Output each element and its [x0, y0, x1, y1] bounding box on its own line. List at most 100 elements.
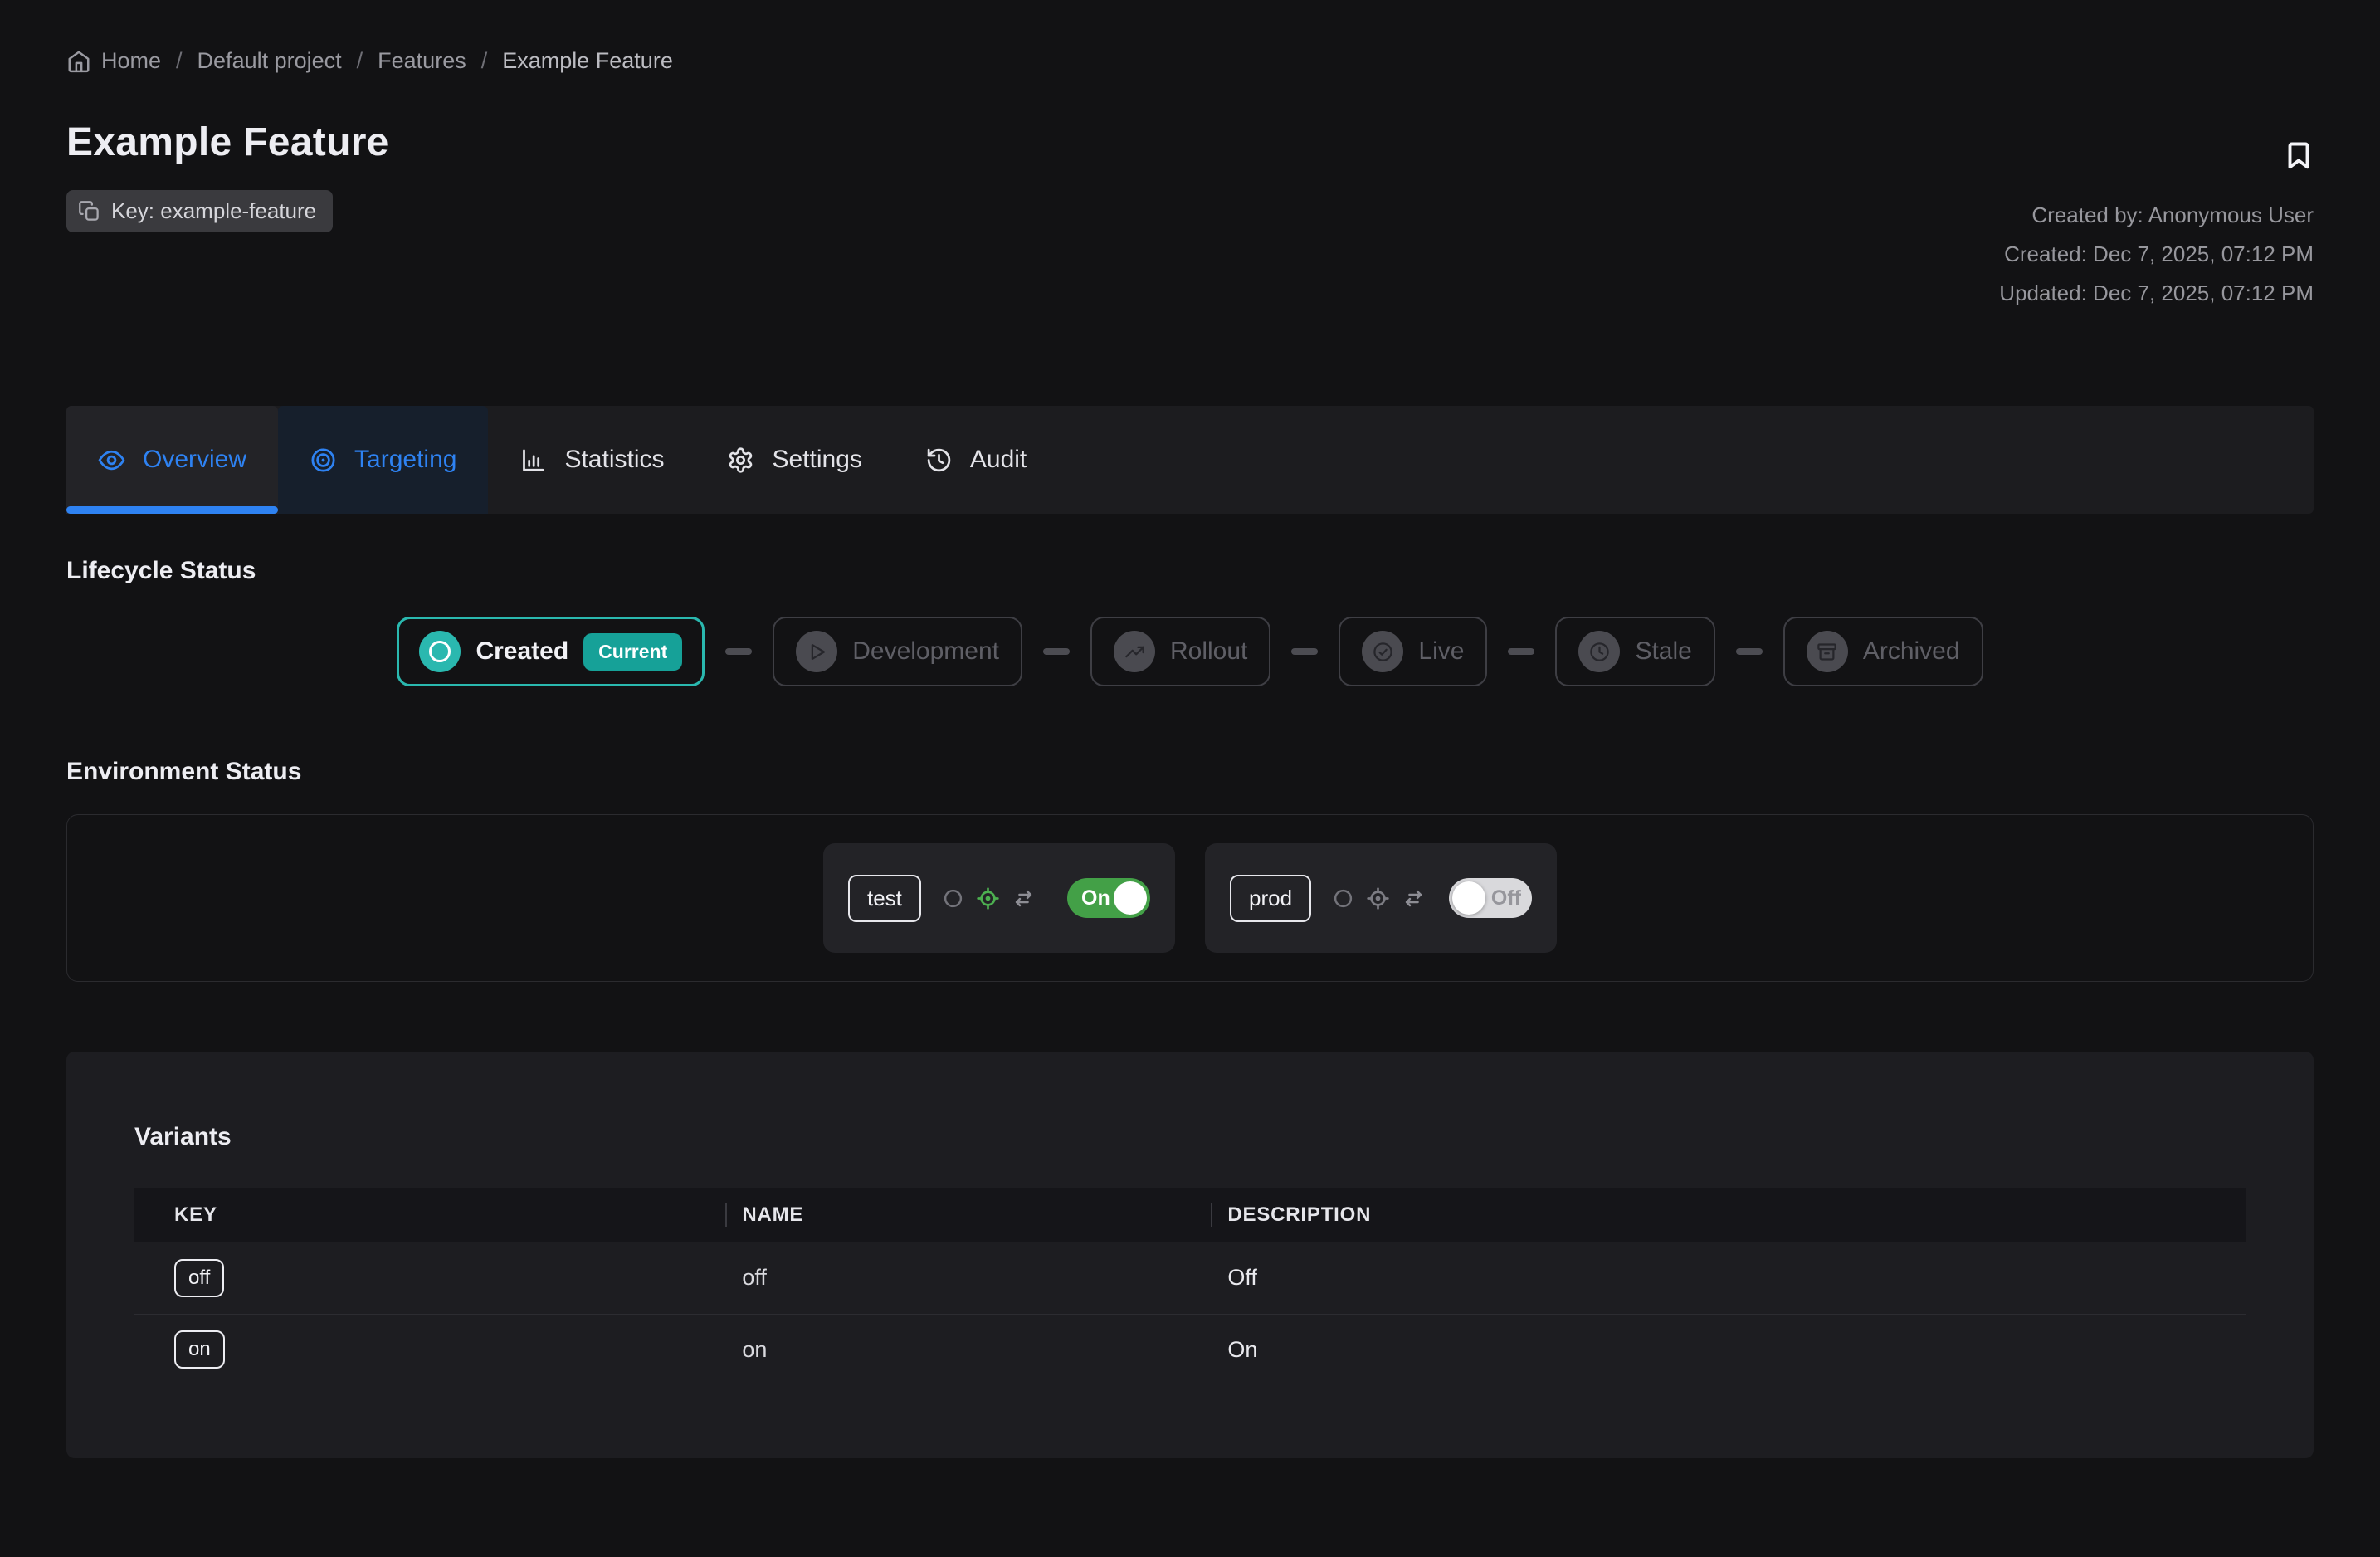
table-row: on on On	[134, 1314, 2246, 1385]
stage-dot	[1114, 631, 1155, 672]
stage-rollout: Rollout	[1090, 617, 1270, 686]
breadcrumb: Home / Default project / Features / Exam…	[66, 48, 2314, 74]
variant-name: on	[725, 1314, 1211, 1385]
toggle-knob	[1114, 881, 1147, 915]
environment-name: test	[848, 875, 921, 922]
check-circle-icon	[1372, 641, 1394, 663]
feature-header-right: Created by: Anonymous User Created: Dec …	[1999, 119, 2314, 313]
environment-card-prod: prod Off	[1205, 843, 1557, 953]
stage-label: Created	[476, 637, 568, 666]
tab-label: Overview	[143, 446, 246, 474]
column-header-name: NAME	[725, 1188, 1211, 1242]
stage-archived: Archived	[1783, 617, 1983, 686]
breadcrumb-label: Example Feature	[502, 48, 673, 74]
breadcrumb-label: Home	[101, 48, 161, 74]
variant-key-chip: on	[174, 1330, 225, 1369]
eye-icon	[98, 447, 125, 474]
gear-icon	[727, 447, 754, 474]
environment-panel: test On prod Off	[66, 814, 2314, 982]
feature-key-label: Key: example-feature	[111, 198, 316, 224]
toggle-label: Off	[1491, 878, 1521, 918]
breadcrumb-project[interactable]: Default project	[198, 48, 342, 74]
crosshair-icon	[1366, 886, 1390, 910]
tab-label: Targeting	[354, 446, 456, 474]
variant-key-chip: off	[174, 1259, 224, 1297]
active-tab-indicator	[66, 506, 278, 514]
breadcrumb-features[interactable]: Features	[378, 48, 466, 74]
environment-name: prod	[1230, 875, 1311, 922]
stage-connector	[725, 648, 752, 655]
stage-label: Archived	[1863, 637, 1960, 666]
breadcrumb-separator: /	[357, 48, 363, 74]
table-row: off off Off	[134, 1242, 2246, 1314]
toggle-label: On	[1081, 878, 1110, 918]
bookmark-button[interactable]	[2284, 137, 2314, 176]
swap-arrows-icon	[1012, 887, 1035, 910]
tab-targeting[interactable]: Targeting	[278, 406, 488, 514]
column-header-description: DESCRIPTION	[1211, 1188, 2246, 1242]
clock-icon	[1588, 641, 1611, 663]
breadcrumb-label: Features	[378, 48, 466, 74]
stage-dot	[1807, 631, 1848, 672]
stage-connector	[1508, 648, 1534, 655]
breadcrumb-separator: /	[176, 48, 183, 74]
variants-table: KEY NAME DESCRIPTION off off Off on on O…	[134, 1188, 2246, 1385]
breadcrumb-separator: /	[481, 48, 488, 74]
environment-icons	[943, 886, 1035, 910]
stage-dot	[419, 631, 461, 672]
variants-table-header-row: KEY NAME DESCRIPTION	[134, 1188, 2246, 1242]
variants-heading: Variants	[134, 1123, 2246, 1151]
stage-connector	[1291, 648, 1318, 655]
environment-toggle-prod[interactable]: Off	[1449, 878, 1532, 918]
environment-heading: Environment Status	[66, 758, 2314, 786]
stage-live: Live	[1339, 617, 1487, 686]
tab-label: Settings	[772, 446, 861, 474]
circle-status-icon	[943, 888, 963, 909]
environment-card-test: test On	[823, 843, 1175, 953]
stage-stale: Stale	[1555, 617, 1714, 686]
swap-arrows-icon	[1402, 887, 1425, 910]
variants-card: Variants KEY NAME DESCRIPTION off off Of…	[66, 1052, 2314, 1458]
page-title: Example Feature	[66, 119, 389, 167]
play-icon	[806, 641, 828, 663]
stage-label: Rollout	[1170, 637, 1247, 666]
current-stage-badge: Current	[583, 633, 682, 671]
feature-header: Example Feature Key: example-feature Cre…	[66, 119, 2314, 313]
variant-description: Off	[1211, 1242, 2246, 1314]
variant-name: off	[725, 1242, 1211, 1314]
archive-icon	[1816, 641, 1838, 663]
breadcrumb-label: Default project	[198, 48, 342, 74]
ring-icon	[429, 641, 451, 662]
stage-label: Stale	[1635, 637, 1691, 666]
lifecycle-stages: Created Current Development Rollout Live	[66, 617, 2314, 686]
feature-key-chip[interactable]: Key: example-feature	[66, 190, 333, 232]
stage-connector	[1736, 648, 1763, 655]
tab-label: Audit	[970, 446, 1027, 474]
bar-chart-icon	[519, 447, 547, 474]
copy-icon	[78, 200, 100, 222]
stage-dot	[796, 631, 837, 672]
feature-detail-page: Home / Default project / Features / Exam…	[0, 48, 2380, 1458]
stage-dot	[1362, 631, 1403, 672]
tab-overview[interactable]: Overview	[66, 406, 278, 514]
circle-status-icon	[1333, 888, 1353, 909]
feature-header-left: Example Feature Key: example-feature	[66, 119, 389, 313]
tab-statistics[interactable]: Statistics	[488, 406, 695, 514]
target-icon	[310, 447, 337, 474]
variant-description: On	[1211, 1314, 2246, 1385]
history-icon	[925, 447, 953, 474]
tab-label: Statistics	[564, 446, 664, 474]
bookmark-icon	[2284, 137, 2314, 173]
trending-up-icon	[1124, 641, 1146, 663]
stage-label: Live	[1418, 637, 1464, 666]
environment-icons	[1333, 886, 1425, 910]
stage-label: Development	[852, 637, 999, 666]
column-header-key: KEY	[134, 1188, 725, 1242]
tab-audit[interactable]: Audit	[894, 406, 1058, 514]
updated-date-text: Updated: Dec 7, 2025, 07:12 PM	[1999, 274, 2314, 313]
breadcrumb-home[interactable]: Home	[66, 48, 161, 74]
environment-toggle-test[interactable]: On	[1067, 878, 1150, 918]
tab-settings[interactable]: Settings	[695, 406, 893, 514]
feature-meta: Created by: Anonymous User Created: Dec …	[1999, 196, 2314, 313]
breadcrumb-current: Example Feature	[502, 48, 673, 74]
